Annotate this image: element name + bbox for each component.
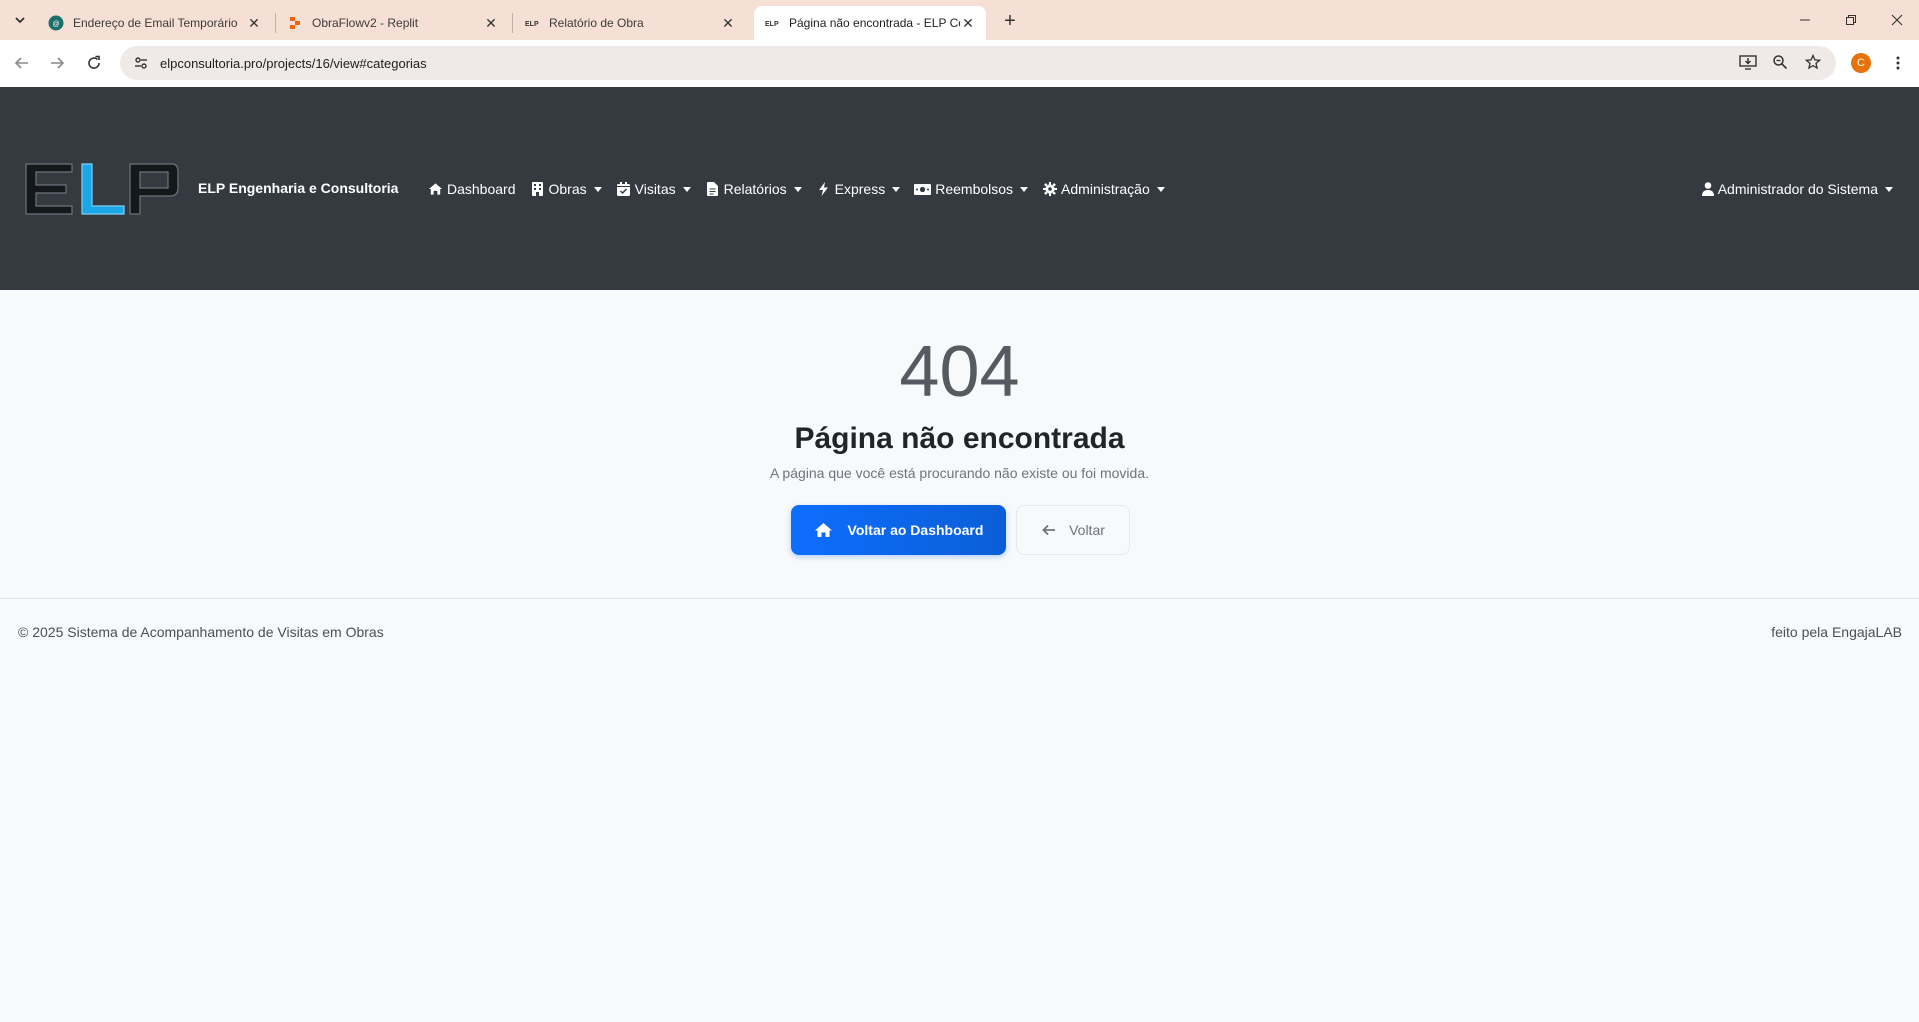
- site-navbar: ELP Engenharia e Consultoria Dashboard O…: [0, 87, 1919, 290]
- footer-copyright: © 2025 Sistema de Acompanhamento de Visi…: [18, 624, 384, 640]
- elp-logo[interactable]: [22, 160, 180, 218]
- plus-icon: +: [1004, 9, 1016, 32]
- forward-button[interactable]: [43, 49, 71, 77]
- error-message: A página que você está procurando não ex…: [769, 465, 1150, 481]
- calendar-check-icon: [616, 182, 631, 197]
- caret-down-icon: [682, 186, 691, 192]
- building-icon: [530, 182, 545, 197]
- money-bill-icon: [914, 182, 932, 197]
- caret-down-icon: [1885, 186, 1893, 192]
- browser-tab[interactable]: @ Endereço de Email Temporário ✕: [38, 6, 272, 40]
- reload-button[interactable]: [80, 49, 108, 77]
- browser-toolbar: elpconsultoria.pro/projects/16/view#cate…: [0, 40, 1919, 87]
- button-label: Voltar ao Dashboard: [847, 522, 984, 538]
- home-icon: [428, 182, 443, 197]
- nav-reembolsos[interactable]: Reembolsos: [914, 181, 1029, 197]
- install-icon: [1739, 55, 1757, 70]
- elp-favicon: ELP: [524, 15, 540, 31]
- tab-search-button[interactable]: [8, 8, 32, 32]
- nav-obras[interactable]: Obras: [530, 181, 602, 197]
- main-menu: Dashboard Obras Visitas Relatórios Expre…: [428, 177, 1179, 201]
- reload-icon: [88, 55, 100, 69]
- nav-label: Visitas: [634, 181, 676, 197]
- nav-administracao[interactable]: Administração: [1042, 181, 1165, 197]
- nav-label: Dashboard: [447, 181, 516, 197]
- arrow-left-icon: [1041, 522, 1057, 538]
- caret-down-icon: [593, 186, 602, 192]
- nav-express[interactable]: Express: [816, 181, 901, 197]
- nav-dashboard[interactable]: Dashboard: [428, 181, 516, 197]
- brand-name[interactable]: ELP Engenharia e Consultoria: [198, 180, 398, 196]
- svg-text:@: @: [52, 21, 59, 28]
- tab-title: Página não encontrada - ELP Co: [789, 16, 960, 30]
- minimize-button[interactable]: [1785, 6, 1825, 34]
- restore-button[interactable]: [1831, 6, 1871, 34]
- site-settings-icon[interactable]: [124, 46, 158, 80]
- go-back-button[interactable]: Voltar: [1016, 505, 1130, 555]
- nav-label: Obras: [548, 181, 587, 197]
- footer-credit: feito pela EngajaLAB: [1771, 624, 1902, 640]
- nav-label: Reembolsos: [935, 181, 1014, 197]
- temp-mail-favicon: @: [48, 15, 64, 31]
- zoom-button[interactable]: [1766, 48, 1794, 76]
- tab-title: Endereço de Email Temporário: [73, 16, 238, 30]
- elp-favicon: ELP: [764, 15, 780, 31]
- user-icon: [1701, 182, 1715, 196]
- file-icon: [705, 182, 720, 197]
- svg-text:ELP: ELP: [525, 21, 539, 28]
- error-code: 404: [899, 332, 1020, 412]
- user-name: Administrador do Sistema: [1717, 181, 1878, 197]
- tab-title: ObraFlowv2 - Replit: [312, 16, 419, 30]
- close-tab-icon[interactable]: ✕: [483, 15, 499, 31]
- user-menu[interactable]: Administrador do Sistema: [1701, 177, 1893, 201]
- close-icon: [1891, 14, 1903, 26]
- tab-separator: [275, 13, 276, 33]
- close-window-button[interactable]: [1877, 6, 1917, 34]
- address-bar[interactable]: elpconsultoria.pro/projects/16/view#cate…: [120, 46, 1836, 80]
- tab-title: Relatório de Obra: [549, 16, 644, 30]
- svg-text:ELP: ELP: [765, 21, 779, 28]
- back-to-dashboard-button[interactable]: Voltar ao Dashboard: [791, 505, 1006, 555]
- nav-label: Express: [834, 181, 886, 197]
- browser-tab-active[interactable]: ELP Página não encontrada - ELP Co ✕: [754, 6, 986, 40]
- close-tab-icon[interactable]: ✕: [720, 15, 736, 31]
- caret-down-icon: [892, 186, 901, 192]
- cog-icon: [1042, 182, 1057, 197]
- install-app-button[interactable]: [1734, 48, 1762, 76]
- browser-tab[interactable]: ObraFlowv2 - Replit ✕: [277, 6, 509, 40]
- arrow-right-icon: [51, 57, 65, 69]
- zoom-icon: [1773, 55, 1788, 70]
- arrow-left-icon: [14, 57, 28, 69]
- minimize-icon: [1800, 19, 1810, 21]
- profile-avatar[interactable]: C: [1851, 53, 1871, 73]
- close-tab-icon[interactable]: ✕: [960, 15, 976, 31]
- tab-separator: [512, 13, 513, 33]
- restore-icon: [1846, 15, 1856, 25]
- caret-down-icon: [793, 186, 802, 192]
- more-vertical-icon: [1896, 56, 1900, 70]
- url-text[interactable]: elpconsultoria.pro/projects/16/view#cate…: [160, 56, 427, 71]
- home-icon: [814, 520, 834, 540]
- browser-menu-button[interactable]: [1886, 49, 1910, 77]
- caret-down-icon: [1020, 186, 1029, 192]
- browser-tab[interactable]: ELP Relatório de Obra ✕: [514, 6, 746, 40]
- nav-relatorios[interactable]: Relatórios: [705, 181, 802, 197]
- chevron-down-icon: [15, 17, 25, 24]
- replit-favicon: [287, 15, 303, 31]
- bookmark-button[interactable]: [1799, 48, 1827, 76]
- star-icon: [1805, 54, 1821, 70]
- back-button[interactable]: [8, 49, 36, 77]
- caret-down-icon: [1156, 186, 1165, 192]
- nav-label: Administração: [1061, 181, 1150, 197]
- nav-label: Relatórios: [723, 181, 787, 197]
- close-tab-icon[interactable]: ✕: [246, 15, 262, 31]
- error-title: Página não encontrada: [794, 422, 1125, 455]
- browser-tabstrip: @ Endereço de Email Temporário ✕ ObraFlo…: [0, 0, 1919, 40]
- button-label: Voltar: [1069, 522, 1105, 538]
- nav-visitas[interactable]: Visitas: [616, 181, 691, 197]
- footer-divider: [0, 598, 1919, 599]
- bolt-icon: [816, 182, 831, 197]
- new-tab-button[interactable]: +: [996, 9, 1024, 33]
